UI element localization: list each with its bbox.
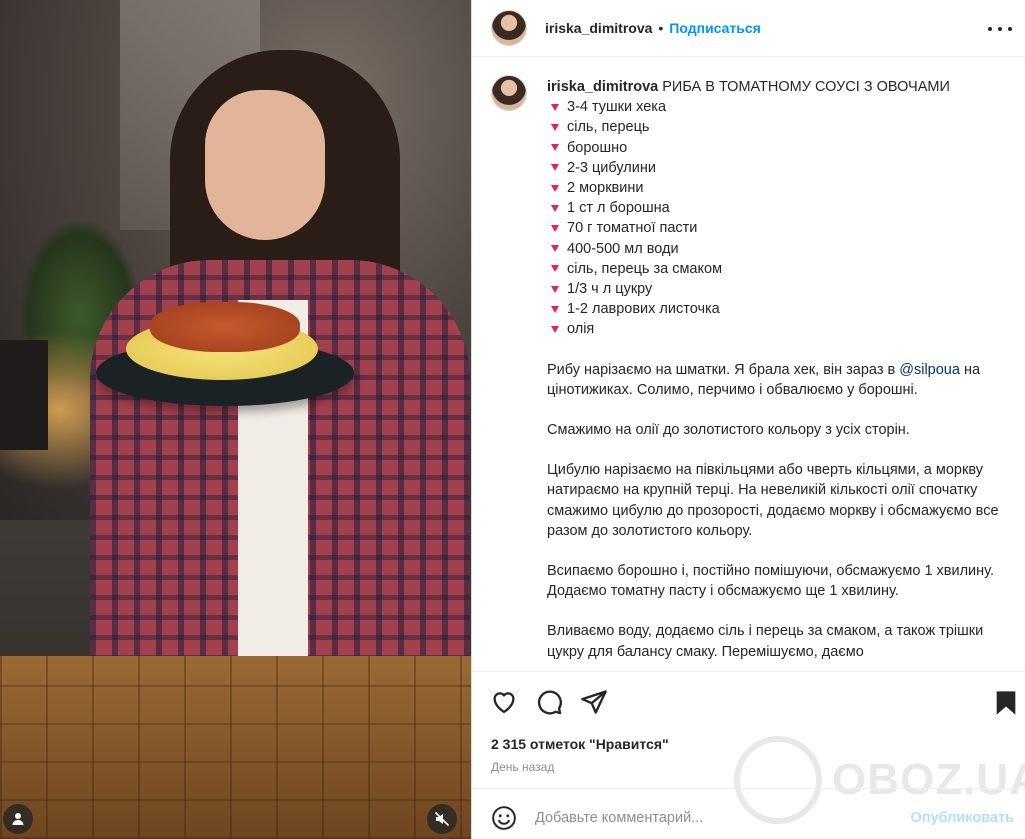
heart-bullet-icon [551, 103, 559, 111]
author-username[interactable]: iriska_dimitrova [545, 20, 652, 36]
speaker-muted-icon [434, 811, 450, 827]
user-tag-button[interactable] [3, 804, 33, 834]
step-paragraph-5: Вливаємо воду, додаємо сіль і перець за … [547, 623, 984, 660]
heart-bullet-icon [551, 204, 559, 212]
ingredient-item: олія [547, 319, 1007, 339]
post-sidebar: iriska_dimitrova • Подписаться iriska_di… [471, 0, 1025, 839]
heart-bullet-icon [551, 326, 559, 334]
step-paragraph-2: Смажимо на олії до золотистого кольору з… [547, 422, 910, 439]
post-media[interactable] [0, 0, 471, 839]
heart-bullet-icon [551, 265, 559, 273]
heart-bullet-icon [551, 164, 559, 172]
post-timestamp[interactable]: День назад [491, 760, 554, 774]
paper-plane-icon[interactable] [580, 688, 608, 716]
bookmark-filled-icon[interactable] [992, 689, 1020, 717]
author-avatar[interactable] [491, 10, 527, 46]
ingredient-item: борошно [547, 138, 1007, 158]
step-1-text-a: Рибу нарізаємо на шматки. Я брала хек, в… [547, 361, 900, 378]
ingredient-text: 1-2 лаврових листочка [567, 301, 720, 318]
step-paragraph-4: Всипаємо борошно і, постійно помішуючи, … [547, 563, 994, 600]
mention-link[interactable]: @silpoua [899, 362, 960, 378]
ingredient-item: 3-4 тушки хека [547, 97, 1007, 117]
ingredient-item: сіль, перець [547, 117, 1007, 137]
ingredient-item: 1/3 ч л цукру [547, 279, 1007, 299]
mute-button[interactable] [427, 804, 457, 834]
heart-bullet-icon [551, 245, 559, 253]
ingredient-text: 3-4 тушки хека [567, 99, 667, 116]
ellipsis-dot [1008, 27, 1012, 31]
ingredient-text: сіль, перець [567, 119, 650, 136]
step-paragraph-1: Рибу нарізаємо на шматки. Я брала хек, в… [547, 360, 1007, 400]
caption-area[interactable]: iriska_dimitrova РИБА В ТОМАТНОМУ СОУСІ … [472, 57, 1025, 671]
user-tag-icon [12, 813, 24, 825]
ingredient-text: борошно [567, 139, 628, 156]
ingredient-item: 2 морквини [547, 178, 1007, 198]
comment-icon[interactable] [535, 688, 563, 716]
ellipsis-icon [988, 27, 992, 31]
ingredient-item: 1 ст л борошна [547, 198, 1007, 218]
ingredient-item: 2-3 цибулини [547, 158, 1007, 178]
heart-bullet-icon [551, 285, 559, 293]
ingredient-item: 400-500 мл води [547, 239, 1007, 259]
ingredient-text: олія [567, 321, 595, 338]
heart-bullet-icon [551, 184, 559, 192]
publish-button[interactable]: Опубликовать [910, 810, 1014, 826]
ingredient-text: 70 г томатної пасти [567, 220, 698, 237]
smiley-icon[interactable] [491, 805, 517, 831]
ingredient-text: сіль, перець за смаком [567, 260, 723, 277]
heart-bullet-icon [551, 144, 559, 152]
caption-author-avatar[interactable] [491, 75, 527, 111]
ingredient-item: сіль, перець за смаком [547, 259, 1007, 279]
caption: iriska_dimitrova РИБА В ТОМАТНОМУ СОУСІ … [547, 77, 1007, 662]
person-face [205, 90, 325, 240]
ellipsis-dot [998, 27, 1002, 31]
heart-outline-icon[interactable] [490, 688, 518, 716]
cutting-board [0, 656, 471, 839]
ingredient-item: 1-2 лаврових листочка [547, 299, 1007, 319]
ingredient-item: 70 г томатної пасти [547, 218, 1007, 238]
caption-title-line: iriska_dimitrova РИБА В ТОМАТНОМУ СОУСІ … [547, 77, 1007, 97]
follow-button[interactable]: Подписаться [669, 20, 761, 36]
heart-bullet-icon [551, 124, 559, 131]
caption-author-username[interactable]: iriska_dimitrova [547, 79, 658, 95]
fish-in-tomato-sauce [150, 302, 300, 352]
like-count[interactable]: 2 315 отметок "Нравится" [491, 736, 669, 752]
ingredient-text: 2 морквини [567, 180, 644, 197]
ingredient-text: 400-500 мл води [567, 240, 679, 257]
step-paragraph-3: Цибулю нарізаємо на півкільцями або чвер… [547, 462, 999, 539]
more-options-button[interactable] [988, 19, 1012, 39]
heart-bullet-icon [551, 305, 559, 313]
separator-dot: • [658, 20, 664, 36]
coffee-machine [0, 340, 48, 450]
comment-input[interactable] [535, 806, 915, 830]
ingredient-text: 1/3 ч л цукру [567, 281, 653, 298]
comment-bar: Опубликовать [472, 788, 1025, 839]
post-header: iriska_dimitrova • Подписаться [472, 0, 1025, 57]
ingredient-text: 2-3 цибулини [567, 159, 656, 176]
recipe-title: РИБА В ТОМАТНОМУ СОУСІ З ОВОЧАМИ [662, 79, 950, 95]
ingredient-list: 3-4 тушки хека сіль, перець борошно 2-3 циб… [547, 97, 1007, 339]
heart-bullet-icon [551, 225, 559, 233]
ingredient-text: 1 ст л борошна [567, 200, 670, 217]
